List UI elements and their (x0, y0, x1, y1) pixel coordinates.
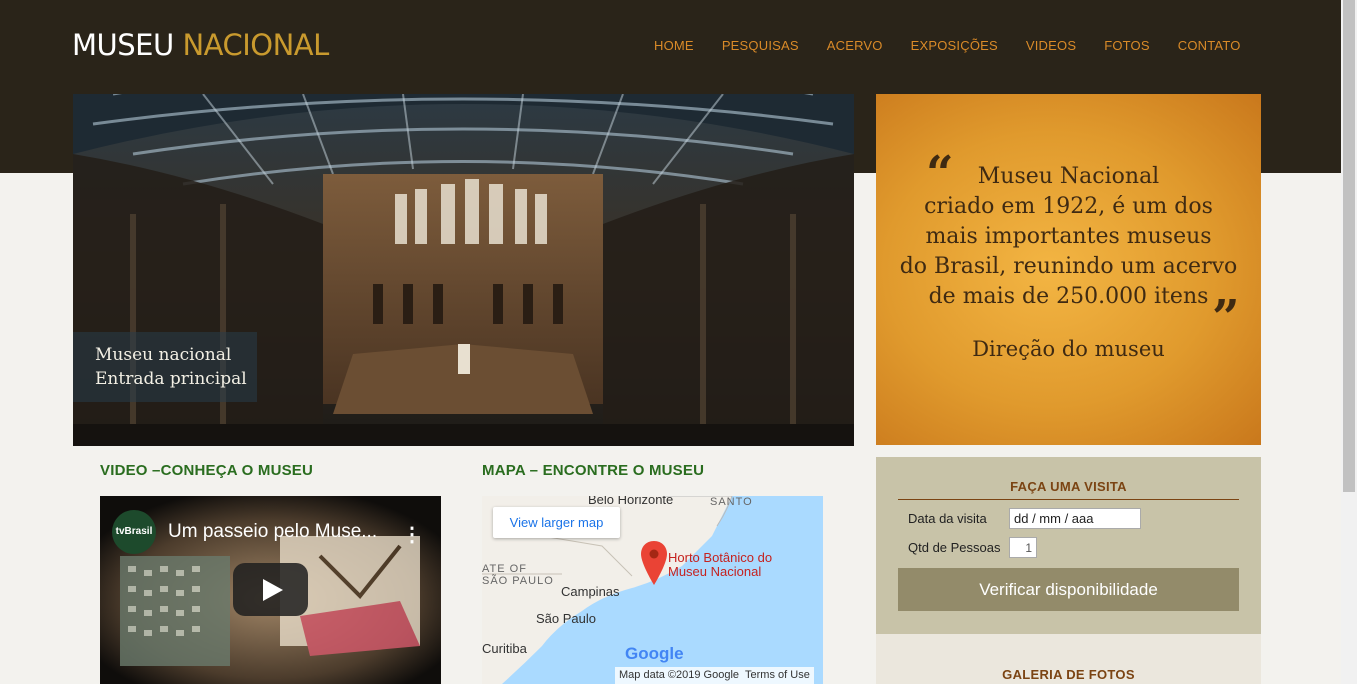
map-data-attribution: Map data ©2019 Google (619, 669, 740, 681)
nav-home[interactable]: HOME (654, 38, 694, 53)
nav-videos[interactable]: VIDEOS (1026, 38, 1076, 53)
gallery-title: GALERIA DE FOTOS (1002, 667, 1135, 682)
hero-caption: Museu nacional Entrada principal (73, 332, 257, 402)
play-button-icon[interactable] (233, 563, 308, 616)
quote-line: Museu Nacional (977, 164, 1160, 189)
scrollbar-thumb[interactable] (1343, 0, 1355, 492)
date-label: Data da visita (908, 511, 987, 526)
map-section-title: MAPA – ENCONTRE O MUSEU (482, 462, 705, 479)
map-label-campinas: Campinas (561, 584, 620, 599)
nav-contato[interactable]: CONTATO (1178, 38, 1241, 53)
map-poi-line1: Horto Botânico do (668, 550, 773, 565)
map-pin-icon[interactable] (641, 541, 667, 585)
map-label-belo-horizonte: Belo Horizonte (588, 496, 674, 507)
google-logo: Google (625, 644, 684, 663)
hero-caption-line2: Entrada principal (95, 369, 247, 389)
nav-fotos[interactable]: FOTOS (1104, 38, 1150, 53)
video-embed[interactable]: tvBrasil Um passeio pelo Muse... ⋮ (100, 496, 441, 684)
map-poi-label[interactable]: Horto Botânico do Museu Nacional (668, 551, 772, 579)
map-label-santo: SANTO (710, 496, 753, 508)
map-label-sao-paulo: São Paulo (536, 611, 596, 626)
logo-museu: MUSEU (72, 28, 174, 62)
map-poi-line2: Museu Nacional (668, 564, 762, 579)
channel-logo[interactable]: tvBrasil (112, 510, 156, 554)
map-label-state-2: SÃO PAULO (482, 575, 554, 587)
video-menu-icon[interactable]: ⋮ (402, 522, 422, 547)
quote-panel: “ Museu Nacional criado em 1922, é um do… (876, 94, 1261, 445)
quote-text: Museu Nacional criado em 1922, é um dos … (876, 162, 1261, 312)
quote-line: de mais de 250.000 itens (928, 284, 1209, 309)
video-title[interactable]: Um passeio pelo Muse... (168, 521, 377, 543)
main-nav: HOME PESQUISAS ACERVO EXPOSIÇÕES VIDEOS … (654, 38, 1269, 53)
photo-gallery-panel: GALERIA DE FOTOS (876, 634, 1261, 684)
video-section-title: VIDEO –CONHEÇA O MUSEU (100, 462, 314, 479)
view-larger-map-link[interactable]: View larger map (493, 507, 620, 538)
site-logo[interactable]: MUSEU NACIONAL (72, 28, 329, 62)
visit-booking-panel: FAÇA UMA VISITA Data da visita dd / mm /… (876, 457, 1261, 634)
qty-label: Qtd de Pessoas (908, 540, 1001, 555)
map-embed[interactable]: Belo Horizonte SANTO ATE OF SÃO PAULO Ca… (482, 496, 823, 684)
map-label-curitiba: Curitiba (482, 641, 527, 656)
quote-line: criado em 1922, é um dos (924, 194, 1213, 219)
verify-availability-button[interactable]: Verificar disponibilidade (898, 568, 1239, 611)
visit-date-input[interactable]: dd / mm / aaa (1009, 508, 1141, 529)
hero-caption-line1: Museu nacional (95, 345, 232, 365)
nav-pesquisas[interactable]: PESQUISAS (722, 38, 799, 53)
people-quantity-input[interactable]: 1 (1009, 537, 1037, 558)
booking-title: FAÇA UMA VISITA (898, 479, 1239, 500)
quote-line: mais importantes museus (925, 224, 1212, 249)
map-terms-link[interactable]: Terms of Use (745, 669, 810, 682)
quote-signature: Direção do museu (972, 337, 1165, 361)
nav-exposicoes[interactable]: EXPOSIÇÕES (911, 38, 998, 53)
map-footer: Map data ©2019 Google Terms of Use (615, 667, 814, 684)
hero-banner: Museu nacional Entrada principal (73, 94, 854, 446)
logo-nacional: NACIONAL (182, 28, 329, 62)
map-label-state-1: ATE OF (482, 563, 527, 575)
nav-acervo[interactable]: ACERVO (827, 38, 883, 53)
quote-line: do Brasil, reunindo um acervo (899, 254, 1238, 279)
